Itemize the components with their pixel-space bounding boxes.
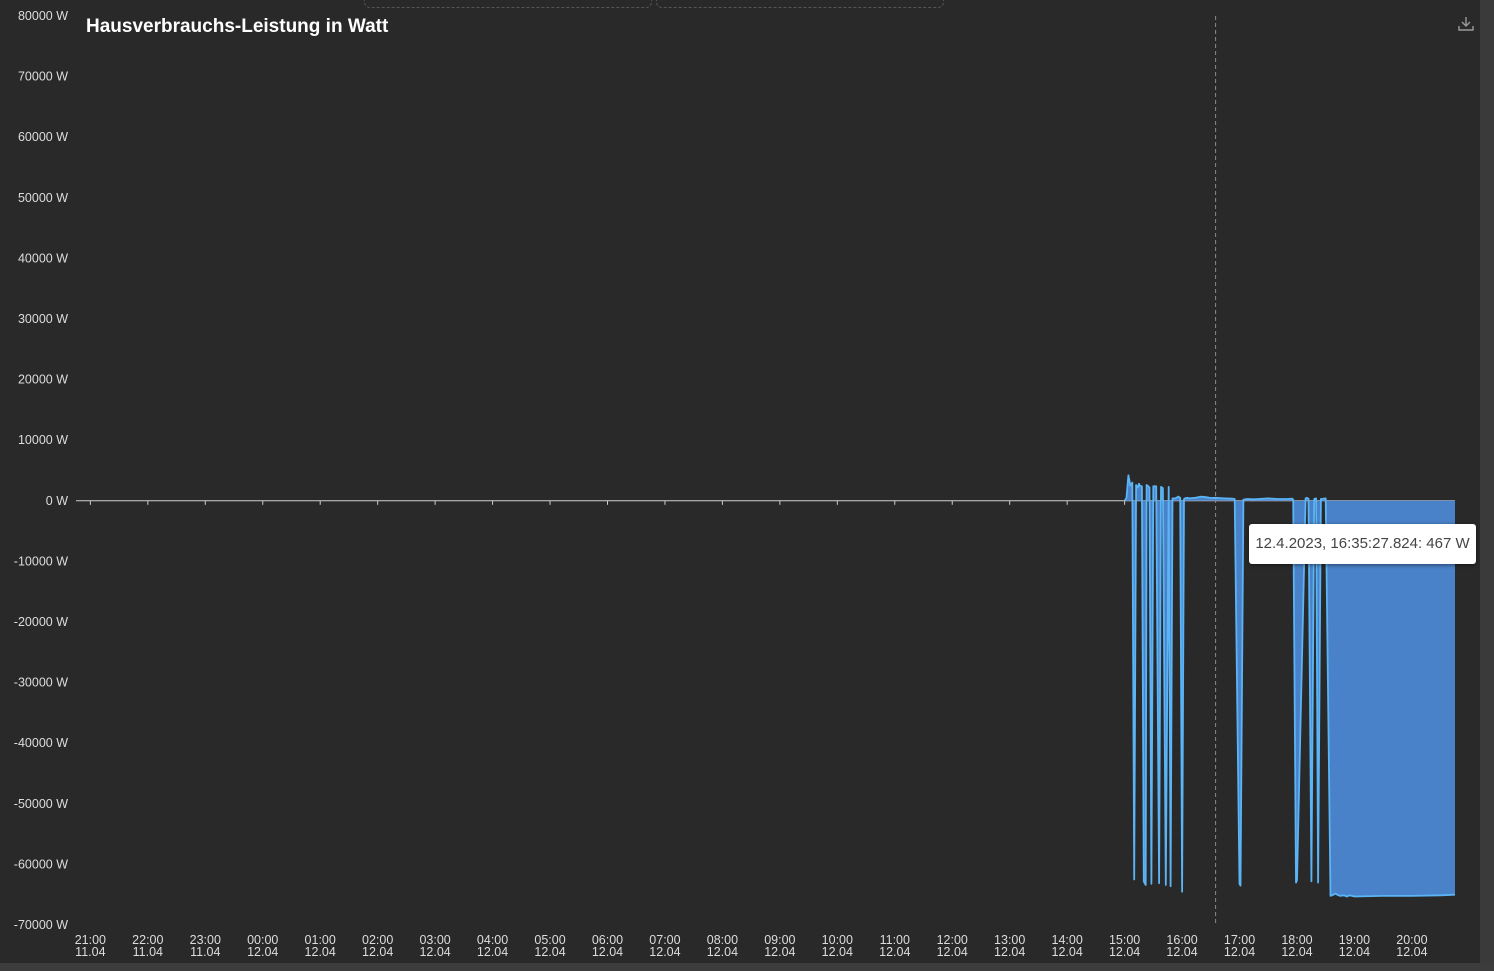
chart-panel: 80000 W 70000 W 60000 W 50000 W 40000 W 30000… xyxy=(0,0,1480,963)
y-tick-label: -70000 W xyxy=(14,918,68,932)
y-tick-label: 80000 W xyxy=(18,9,68,23)
y-tick-label: -50000 W xyxy=(14,797,68,811)
y-tick-label: -20000 W xyxy=(14,615,68,629)
y-tick-label: 70000 W xyxy=(18,70,68,84)
x-tick-date: 12.04 xyxy=(1052,945,1083,959)
download-icon[interactable] xyxy=(1456,14,1476,34)
x-tick-date: 12.04 xyxy=(1109,945,1140,959)
y-tick-label: 10000 W xyxy=(18,433,68,447)
x-tick-date: 12.04 xyxy=(649,945,680,959)
x-tick-date: 12.04 xyxy=(247,945,278,959)
y-tick-label: 40000 W xyxy=(18,251,68,265)
y-tick-label: 60000 W xyxy=(18,130,68,144)
y-tick-label: 0 W xyxy=(46,494,68,508)
y-tick-label: -10000 W xyxy=(14,554,68,568)
bottom-bar xyxy=(0,963,1494,971)
y-tick-label: -40000 W xyxy=(14,736,68,750)
x-tick-date: 12.04 xyxy=(1281,945,1312,959)
x-tick-date: 12.04 xyxy=(1339,945,1370,959)
x-tick-date: 11.04 xyxy=(75,945,105,959)
tooltip: 12.4.2023, 16:35:27.824: 467 W xyxy=(1249,524,1476,564)
x-tick-date: 12.04 xyxy=(707,945,738,959)
x-tick-date: 12.04 xyxy=(822,945,853,959)
chart-title: Hausverbrauchs-Leistung in Watt xyxy=(86,16,389,37)
x-tick-date: 12.04 xyxy=(419,945,450,959)
x-tick-date: 11.04 xyxy=(190,945,220,959)
y-tick-label: 50000 W xyxy=(18,191,68,205)
x-tick-date: 12.04 xyxy=(362,945,393,959)
x-tick-date: 12.04 xyxy=(1396,945,1427,959)
x-tick-date: 12.04 xyxy=(534,945,565,959)
chart-svg: 80000 W 70000 W 60000 W 50000 W 40000 W 30000… xyxy=(14,9,1456,959)
y-tick-label: -60000 W xyxy=(14,857,68,871)
x-tick-date: 12.04 xyxy=(937,945,968,959)
y-axis: 80000 W 70000 W 60000 W 50000 W 40000 W 30000… xyxy=(14,9,68,932)
x-tick-date: 12.04 xyxy=(764,945,795,959)
y-tick-label: 30000 W xyxy=(18,312,68,326)
x-tick-date: 12.04 xyxy=(305,945,336,959)
x-tick-date: 12.04 xyxy=(592,945,623,959)
x-axis: 21:0011.0422:0011.0423:0011.0400:0012.04… xyxy=(75,500,1455,959)
x-tick-date: 11.04 xyxy=(133,945,163,959)
x-tick-date: 12.04 xyxy=(1166,945,1197,959)
scrollbar-track[interactable] xyxy=(1480,0,1494,971)
x-tick-date: 12.04 xyxy=(879,945,910,959)
x-tick-date: 12.04 xyxy=(1224,945,1255,959)
x-tick-date: 12.04 xyxy=(994,945,1025,959)
y-tick-label: 20000 W xyxy=(18,373,68,387)
x-tick-date: 12.04 xyxy=(477,945,508,959)
y-tick-label: -30000 W xyxy=(14,676,68,690)
